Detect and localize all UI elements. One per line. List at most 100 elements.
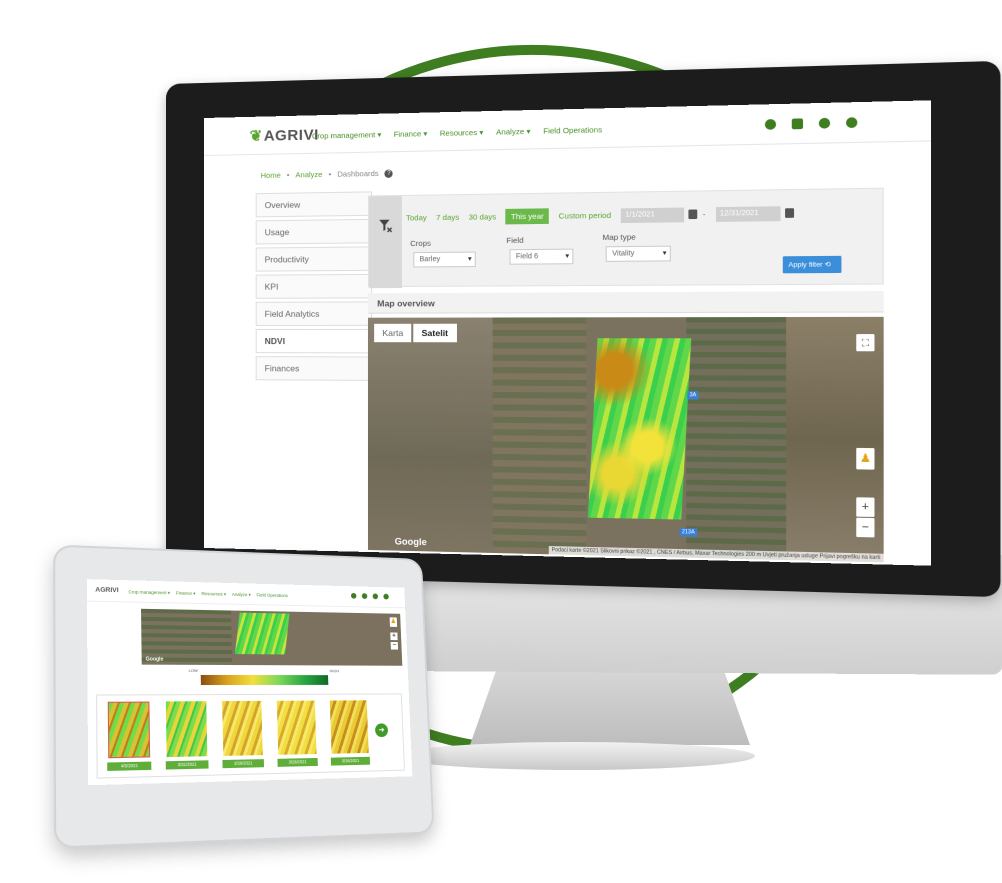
zoom-out-button[interactable]: − (390, 641, 399, 650)
zoom-in-button[interactable]: + (856, 497, 875, 517)
bell-icon[interactable] (818, 117, 831, 129)
breadcrumb: Home • Analyze • Dashboards ? (261, 168, 394, 180)
calendar-icon[interactable] (791, 118, 804, 130)
sidebar-item-usage[interactable]: Usage (255, 218, 373, 245)
dashboard-sidebar: Overview Usage Productivity KPI Field An… (255, 191, 373, 384)
menu-field-operations[interactable]: Field Operations (256, 592, 288, 599)
menu-resources[interactable]: Resources ▾ (201, 591, 226, 597)
ndvi-thumbnail[interactable] (165, 701, 208, 758)
ndvi-legend (200, 674, 329, 686)
crops-select[interactable]: Barley (413, 251, 476, 268)
street-view-icon[interactable]: ♟ (856, 447, 875, 470)
help-icon[interactable] (350, 592, 357, 599)
menu-field-operations[interactable]: Field Operations (543, 125, 602, 136)
field-parcel (686, 317, 787, 561)
monitor-screen: ❦AGRIVI Crop management ▾ Finance ▾ Reso… (204, 100, 931, 566)
satellite-map[interactable]: Karta Satelit ⛶ ♟ + − 3A 213A Google Pod… (367, 316, 884, 563)
calendar-icon[interactable] (784, 207, 794, 218)
legend-low-label: LOW (188, 667, 198, 673)
zoom-in-button[interactable]: + (390, 632, 398, 641)
nav-icon-group (764, 117, 858, 130)
help-icon[interactable] (764, 118, 777, 130)
date-separator: - (702, 209, 706, 219)
menu-finance[interactable]: Finance ▾ (394, 129, 428, 139)
date-to-value: 12/31/2021 (719, 209, 759, 218)
road-badge: 213A (679, 527, 697, 537)
brand-logo[interactable]: AGRIVI (95, 586, 118, 594)
marketing-composite: ❦AGRIVI Crop management ▾ Finance ▾ Reso… (0, 0, 1002, 883)
sidebar-item-ndvi[interactable]: NDVI (255, 328, 373, 354)
legend-high-label: HIGH (329, 668, 340, 674)
chat-icon[interactable] (846, 117, 858, 129)
breadcrumb-separator: • (328, 169, 332, 179)
calendar-icon[interactable] (688, 208, 698, 219)
zoom-out-button[interactable]: − (856, 517, 875, 538)
breadcrumb-analyze[interactable]: Analyze (295, 170, 322, 180)
ndvi-history-strip: 4/5/2021 3/31/2021 3/28/2021 3/28/2021 3… (96, 693, 405, 779)
main-menu: Crop management ▾ Finance ▾ Resources ▾ … (312, 125, 602, 141)
breadcrumb-home[interactable]: Home (261, 171, 281, 180)
monitor-stand (470, 665, 750, 745)
sidebar-item-productivity[interactable]: Productivity (255, 246, 373, 272)
sidebar-item-finances[interactable]: Finances (255, 356, 373, 381)
street-view-icon[interactable]: ♟ (389, 617, 398, 627)
calendar-icon[interactable] (361, 593, 368, 599)
nav-icon-group (350, 592, 389, 600)
tablet-satellite-map[interactable]: Google ♟ + − (141, 608, 403, 666)
menu-resources[interactable]: Resources ▾ (440, 128, 484, 138)
menu-finance[interactable]: Finance ▾ (176, 591, 196, 597)
date-to-input[interactable]: 12/31/2021 (715, 205, 794, 222)
ndvi-thumbnail[interactable] (329, 700, 369, 754)
bell-icon[interactable] (372, 593, 379, 600)
chat-icon[interactable] (383, 593, 389, 600)
sidebar-item-field-analytics[interactable]: Field Analytics (255, 301, 373, 326)
map-type-label: Map type (602, 232, 636, 243)
thumbnail-date: 3/31/2021 (165, 760, 209, 770)
help-icon[interactable]: ? (384, 169, 394, 178)
menu-crop-management[interactable]: Crop management ▾ (312, 130, 381, 141)
ndvi-overlay (587, 338, 692, 520)
brand-logo[interactable]: ❦AGRIVI (250, 125, 319, 145)
ndvi-overlay (234, 612, 290, 655)
road-badge: 3A (687, 391, 699, 400)
apply-filter-button[interactable]: Apply filter ⟲ (782, 255, 842, 274)
sidebar-item-kpi[interactable]: KPI (255, 273, 373, 299)
sidebar-item-overview[interactable]: Overview (255, 191, 373, 218)
ndvi-thumbnail[interactable] (107, 701, 151, 759)
crops-label: Crops (410, 238, 431, 249)
period-custom[interactable]: Custom period (559, 211, 611, 221)
map-type-select[interactable]: Vitality (605, 245, 671, 262)
google-logo: Google (145, 656, 164, 663)
menu-crop-management[interactable]: Crop management ▾ (128, 589, 170, 596)
clear-filter-button[interactable] (369, 195, 402, 289)
ndvi-thumbnail[interactable] (222, 700, 263, 756)
period-this-year[interactable]: This year (505, 208, 550, 225)
field-label: Field (506, 235, 524, 246)
filter-panel: Today 7 days 30 days This year Custom pe… (367, 187, 884, 289)
field-parcel (492, 317, 587, 556)
breadcrumb-dashboards: Dashboards (337, 168, 379, 179)
ndvi-thumbnail[interactable] (276, 700, 317, 755)
period-today[interactable]: Today (406, 213, 427, 222)
monitor-stand-base (395, 742, 755, 770)
thumbnail-date: 3/26/2021 (330, 756, 371, 766)
date-from-value: 1/1/2021 (625, 210, 655, 219)
map-tab-satelit[interactable]: Satelit (413, 323, 457, 343)
field-parcel (367, 317, 493, 553)
brand-name: AGRIVI (263, 126, 319, 145)
menu-analyze[interactable]: Analyze ▾ (496, 127, 530, 137)
google-logo: Google (394, 536, 427, 548)
arrow-right-icon[interactable]: ➜ (374, 723, 389, 738)
tablet-menu: Crop management ▾ Finance ▾ Resources ▾ … (128, 589, 288, 599)
thumbnail-date: 3/28/2021 (277, 757, 318, 767)
map-tab-karta[interactable]: Karta (374, 323, 412, 343)
leaf-icon: ❦ (249, 127, 263, 146)
field-select[interactable]: Field 6 (509, 248, 574, 265)
date-from-input[interactable]: 1/1/2021 (620, 207, 698, 223)
menu-analyze[interactable]: Analyze ▾ (232, 592, 251, 598)
thumbnail-date: 3/28/2021 (222, 759, 265, 769)
period-7-days[interactable]: 7 days (436, 213, 459, 223)
tablet-screen: AGRIVI Crop management ▾ Finance ▾ Resou… (86, 579, 413, 786)
period-30-days[interactable]: 30 days (469, 212, 497, 222)
fullscreen-icon[interactable]: ⛶ (856, 334, 875, 352)
